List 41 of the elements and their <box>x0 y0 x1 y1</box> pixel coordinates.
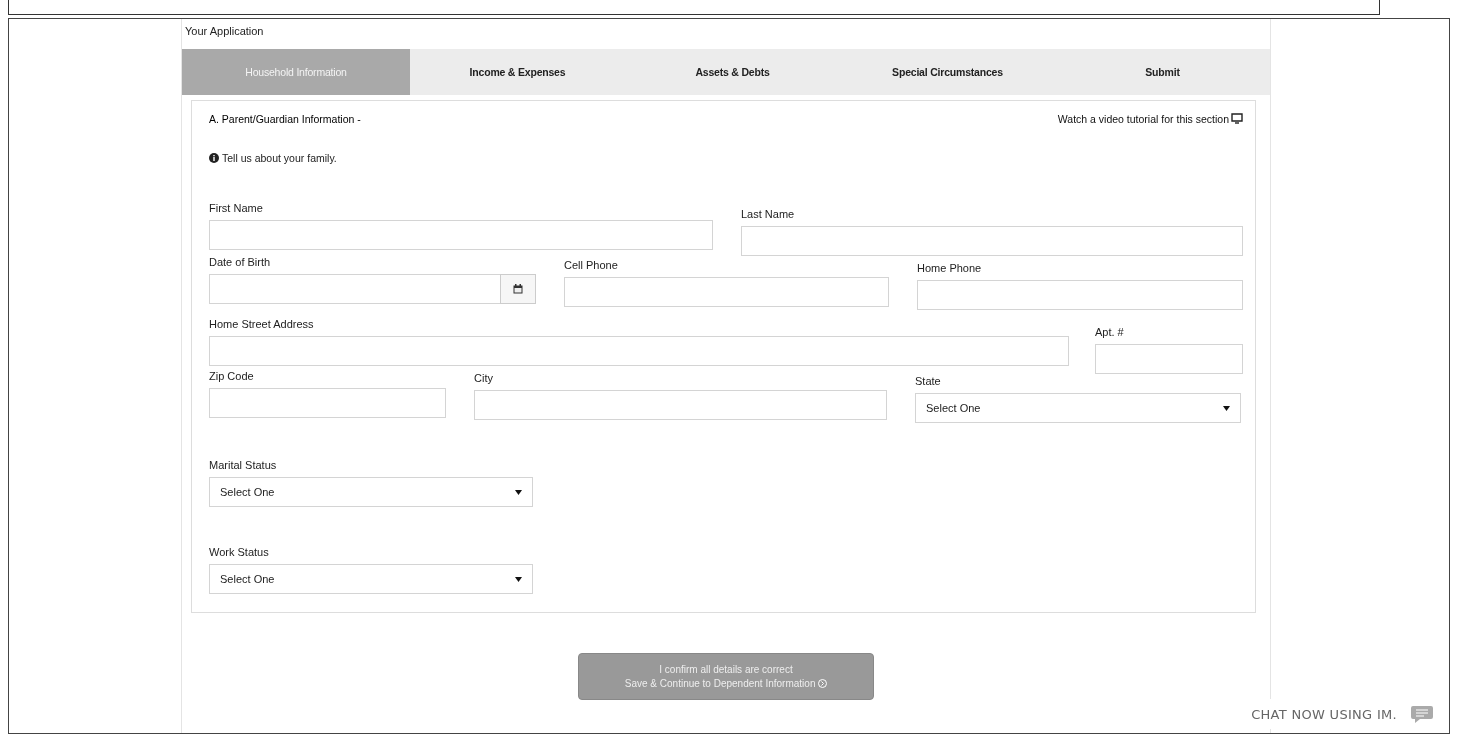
section-title: A. Parent/Guardian Information - <box>209 112 361 125</box>
caret-icon <box>515 576 522 582</box>
field-label: Last Name <box>741 208 796 220</box>
date-field[interactable] <box>209 274 500 304</box>
caret-icon <box>515 489 522 495</box>
field-label: State <box>915 375 942 387</box>
video-tutorial-link[interactable]: Watch a video tutorial for this section <box>1057 112 1243 125</box>
select-dropdown[interactable]: Select One <box>209 477 533 507</box>
calendar-icon <box>513 284 523 294</box>
field-label: First Name <box>209 202 264 214</box>
chat-bubble-icon <box>1411 705 1433 723</box>
input-field[interactable] <box>917 280 1243 310</box>
info-icon <box>209 153 219 163</box>
hint-text: Tell us about your family. <box>222 152 337 164</box>
step-tab[interactable]: Assets & Debts <box>625 49 840 95</box>
caret-icon <box>1223 405 1230 411</box>
input-field[interactable] <box>209 336 1069 366</box>
field-label: Zip Code <box>209 370 255 382</box>
field-label: City <box>474 372 494 384</box>
field-label: Cell Phone <box>564 259 619 271</box>
field-label: Work Status <box>209 546 270 558</box>
page-heading: Your Application <box>184 24 265 39</box>
input-field[interactable] <box>474 390 887 420</box>
arrow-circle-icon <box>818 678 828 688</box>
select-dropdown[interactable]: Select One <box>915 393 1241 423</box>
input-field[interactable] <box>209 220 713 250</box>
monitor-icon <box>1231 113 1243 124</box>
field-label: Apt. # <box>1095 326 1125 338</box>
step-tab[interactable]: Special Circumstances <box>840 49 1055 95</box>
select-dropdown[interactable]: Select One <box>209 564 533 594</box>
step-tab[interactable]: Submit <box>1055 49 1270 95</box>
calendar-button[interactable] <box>500 274 536 304</box>
input-field[interactable] <box>1095 344 1243 374</box>
field-label: Date of Birth <box>209 256 272 268</box>
field-label: Marital Status <box>209 459 278 471</box>
field-label: Home Phone <box>917 262 983 274</box>
step-tab[interactable]: Income & Expenses <box>410 49 625 95</box>
input-field[interactable] <box>741 226 1243 256</box>
field-label: Home Street Address <box>209 318 315 330</box>
input-field[interactable] <box>564 277 889 307</box>
input-field[interactable] <box>209 388 446 418</box>
